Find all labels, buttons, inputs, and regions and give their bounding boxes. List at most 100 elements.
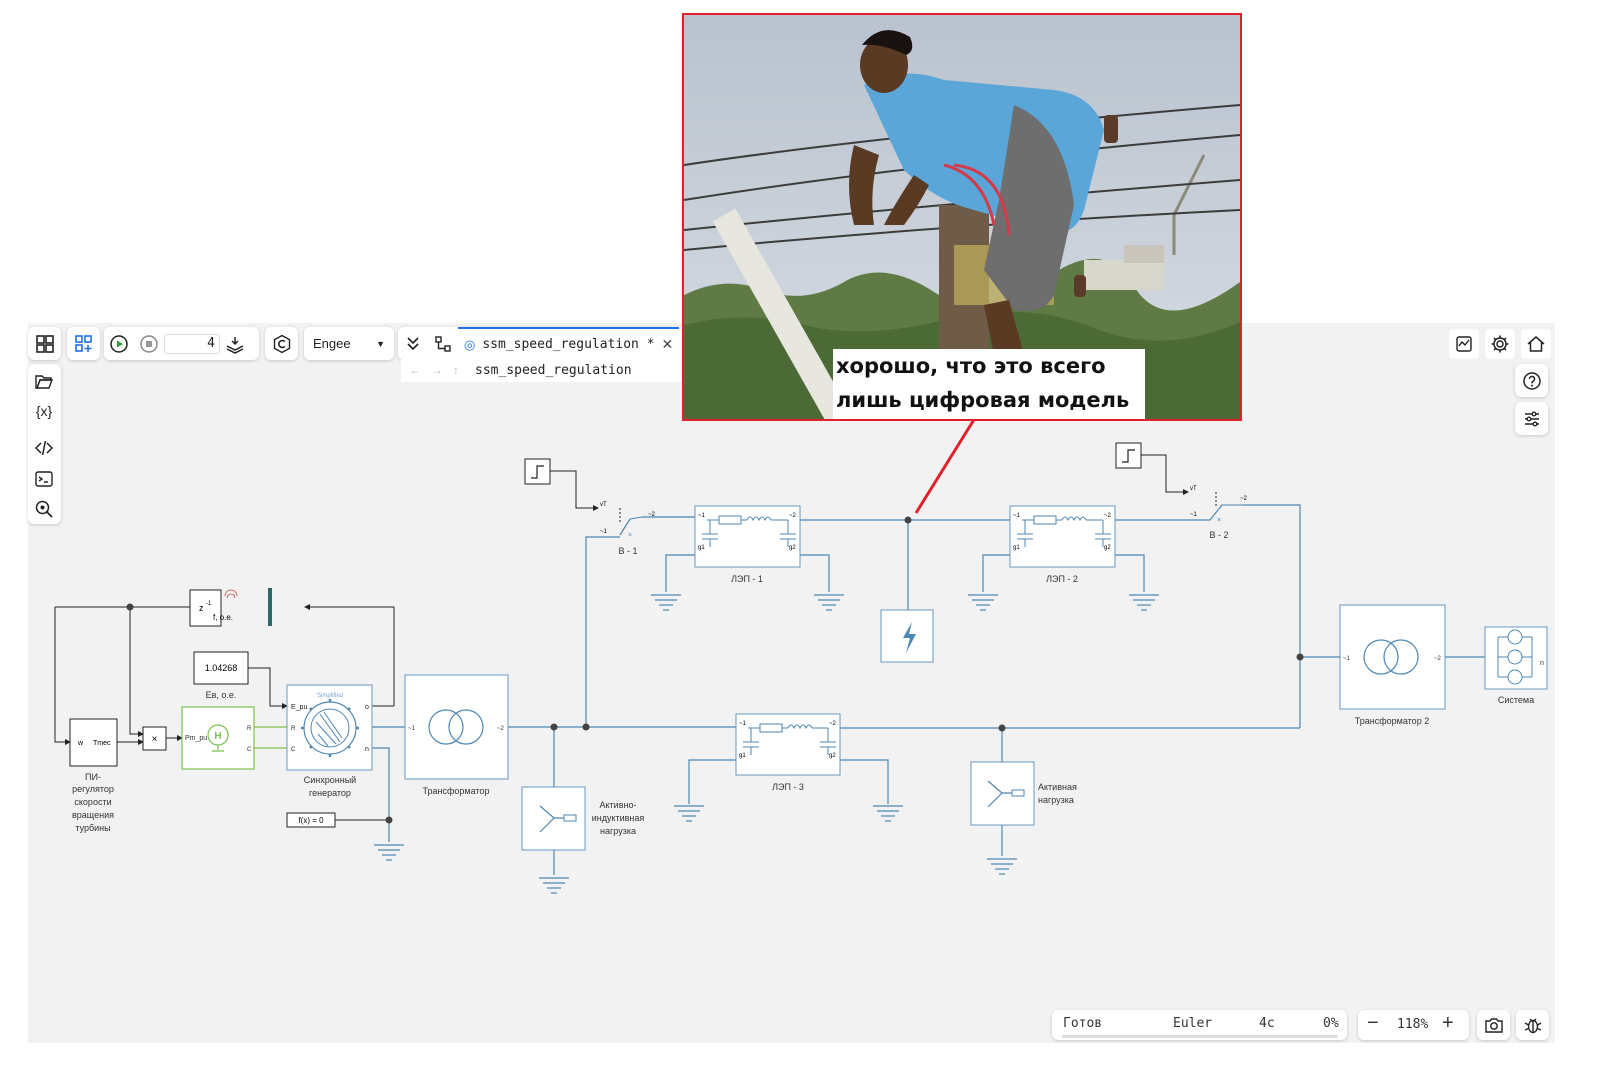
transformer-block[interactable]: ~1 ~2 — [404, 674, 509, 780]
transmission-line-3-block[interactable]: ~1 ~2 g1 g2 — [735, 713, 841, 776]
breaker-port1: ~1 — [1190, 512, 1198, 518]
meme-caption: хорошо, что это всего лишь цифровая моде… — [833, 349, 1145, 419]
transformer-2-block[interactable]: ~1 ~2 — [1339, 604, 1446, 710]
breaker-b2-block[interactable]: vT × ~1 ~2 — [1190, 486, 1248, 524]
breaker-b1-block[interactable]: vT × ~1 ~2 — [600, 502, 656, 539]
pi-tmec-port-label: Tmec — [93, 740, 111, 747]
svg-text:×: × — [628, 532, 632, 539]
transformer-port1: ~1 — [408, 726, 416, 732]
lep2-g2: g2 — [1104, 545, 1111, 551]
transformer-label: Трансформатор — [423, 786, 490, 796]
transformer2-port1: ~1 — [1343, 656, 1351, 662]
ri-load-label-line: индуктивная — [592, 813, 645, 823]
breaker-port2: ~2 — [648, 512, 656, 518]
transformer-port2: ~2 — [497, 726, 505, 732]
ground-symbol — [650, 594, 682, 611]
delay-exponent-label: -1 — [206, 601, 212, 607]
a-load-label-line: Активная — [1038, 782, 1077, 792]
pi-w-port-label: w — [77, 740, 84, 747]
breaker-port2: ~2 — [1240, 496, 1248, 502]
lep1-port1: ~1 — [698, 513, 706, 519]
ground-symbol — [538, 877, 570, 894]
ground-symbol — [813, 594, 845, 611]
svg-text:×: × — [1217, 517, 1221, 524]
pi-regulator-label: ПИ- регулятор скорости вращения турбины — [72, 772, 114, 833]
lep1-port2: ~2 — [789, 513, 797, 519]
synchronous-generator-block[interactable]: Simplified E_pu R C o n — [286, 684, 373, 771]
lep2-port1: ~1 — [1013, 513, 1021, 519]
step-block-1[interactable] — [524, 458, 551, 485]
turbine-r-port-label: R — [247, 726, 252, 732]
lep2-port2: ~2 — [1104, 513, 1112, 519]
active-inductive-load-block[interactable] — [521, 786, 586, 851]
active-load-block[interactable] — [970, 761, 1035, 826]
breaker-b2-label: В - 2 — [1209, 530, 1228, 540]
generator-r-port: R — [291, 726, 296, 732]
ground-symbol — [986, 858, 1018, 875]
generator-epu-port: E_pu — [291, 704, 307, 711]
system-n-port: n — [1540, 660, 1544, 667]
lep3-g2: g2 — [829, 753, 836, 759]
pi-label-line: вращения — [72, 810, 114, 820]
generator-label-line: Синхронный — [304, 775, 356, 785]
generator-label: Синхронный генератор — [304, 775, 356, 798]
lep1-label: ЛЭП - 1 — [731, 574, 763, 584]
generator-c-port: C — [291, 747, 296, 753]
ri-load-label-line: нагрузка — [600, 826, 636, 836]
generator-header: Simplified — [317, 693, 343, 699]
ground-symbol — [1128, 594, 1160, 611]
fault-block[interactable] — [880, 609, 934, 663]
pi-label-line: скорости — [74, 797, 111, 807]
constant-label: Ев, о.е. — [206, 690, 237, 700]
transmission-line-2-block[interactable]: ~1 ~2 g1 g2 — [1009, 505, 1116, 568]
turbine-c-port-label: C — [247, 747, 252, 753]
ground-symbol — [872, 805, 904, 822]
lep2-g1: g1 — [1013, 545, 1020, 551]
lep3-port1: ~1 — [739, 721, 747, 727]
delay-output-label: f, o.e. — [213, 613, 233, 622]
constant-block[interactable]: 1.04268 — [193, 651, 249, 685]
pi-label-line: регулятор — [72, 784, 114, 794]
ri-load-label-line: Активно- — [600, 800, 637, 810]
solver-config-text: f(x) = 0 — [298, 816, 324, 825]
active-load-label: Активная нагрузка — [1038, 782, 1077, 805]
product-block[interactable]: × — [142, 726, 167, 751]
product-symbol: × — [152, 734, 158, 745]
step-block-2[interactable] — [1115, 442, 1142, 469]
generator-o-port: o — [365, 704, 369, 711]
meme-pointer-line — [914, 417, 977, 514]
meme-caption-line: лишь цифровая модель — [836, 388, 1130, 412]
system-source-block[interactable]: n — [1484, 626, 1548, 690]
signal-logging-icon — [224, 589, 238, 599]
a-load-label-line: нагрузка — [1038, 795, 1074, 805]
hydro-turbine-block[interactable]: Pm_pu H R C — [181, 706, 255, 770]
meme-image: хорошо, что это всего лишь цифровая моде… — [682, 13, 1242, 421]
pi-regulator-block[interactable]: w Tmec — [69, 718, 118, 767]
ground-symbol — [373, 844, 405, 861]
lep3-g1: g1 — [739, 753, 746, 759]
transmission-line-1-block[interactable]: ~1 ~2 g1 g2 — [694, 505, 801, 568]
unit-delay-block[interactable]: z -1 f, o.e. — [189, 589, 238, 627]
pm-pu-port-label: Pm_pu — [185, 735, 207, 742]
breaker-b1-label: В - 1 — [618, 546, 637, 556]
solver-config-block[interactable]: f(x) = 0 — [286, 812, 336, 828]
meme-caption-line: хорошо, что это всего — [836, 354, 1106, 378]
pi-label-line: ПИ- — [85, 772, 101, 782]
bus-selector-block[interactable] — [268, 588, 272, 626]
delay-z-label: z — [199, 603, 204, 613]
generator-label-line: генератор — [309, 788, 351, 798]
transformer-2-label: Трансформатор 2 — [1355, 716, 1429, 726]
lep1-g1: g1 — [698, 545, 705, 551]
lep3-label: ЛЭП - 3 — [772, 782, 804, 792]
lep2-label: ЛЭП - 2 — [1046, 574, 1078, 584]
svg-text:H: H — [214, 731, 221, 742]
breaker-vt-label: vT — [1190, 486, 1197, 492]
lep3-port2: ~2 — [829, 721, 837, 727]
breaker-vt-label: vT — [600, 502, 607, 508]
ground-symbol — [673, 805, 705, 822]
system-label: Система — [1498, 695, 1534, 705]
generator-n-port: n — [365, 746, 369, 753]
active-inductive-load-label: Активно- индуктивная нагрузка — [592, 800, 645, 836]
ground-symbol — [967, 594, 999, 611]
lep1-g2: g2 — [789, 545, 796, 551]
